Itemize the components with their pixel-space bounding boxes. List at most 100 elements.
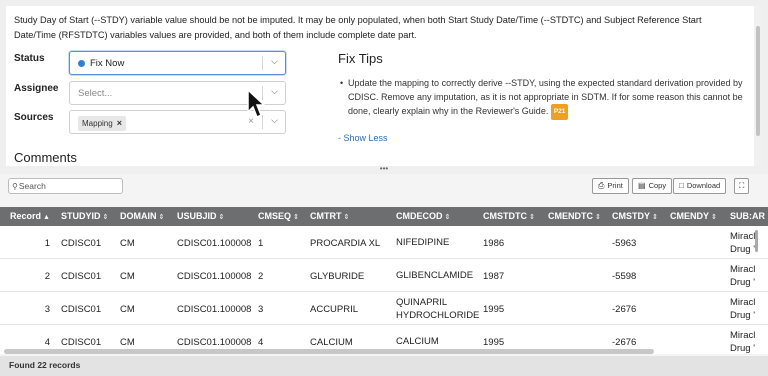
chevron-down-icon[interactable]: ⌵ [271,56,278,67]
cell-record: 3 [44,303,50,315]
table-horizontal-scrollbar[interactable] [4,349,654,354]
cell-domain: CM [120,237,135,249]
table-vertical-scrollbar[interactable] [755,226,760,346]
cell-domain: CM [120,303,135,315]
download-button[interactable]: □ Download [673,178,727,194]
sort-icon[interactable]: ⇕ [595,214,601,221]
cell-usubjid: CDISC01.100008 [177,303,252,315]
cell-cmseq: 2 [258,270,264,282]
cell-sub: Miracl Drug ' [730,263,756,288]
fullscreen-button[interactable]: ⛶ [734,178,750,194]
cell-cmseq: 1 [258,237,264,249]
column-header-record[interactable]: Record ▲ [10,211,50,221]
sort-icon[interactable]: ⇕ [103,214,109,221]
cell-domain: CM [120,336,135,348]
issue-description: Study Day of Start (--STDY) variable val… [14,15,702,40]
cell-sub: Miracl Drug ' [730,296,756,321]
cell-studyid: CDISC01 [61,237,102,249]
cell-record: 4 [44,336,50,348]
column-header-cmseq[interactable]: CMSEQ ⇕ [258,211,299,221]
cell-cmseq: 4 [258,336,264,348]
cell-cmdecod: GLIBENCLAMIDE [396,270,474,281]
column-header-cmstdtc[interactable]: CMSTDTC ⇕ [483,211,535,221]
panel-scrollbar[interactable] [754,6,762,166]
cell-cmstdtc: 1995 [483,303,505,315]
sort-icon[interactable]: ⇕ [159,214,165,221]
record-count: Found 22 records [0,356,768,376]
table-header: Record ▲ STUDYID ⇕ DOMAIN ⇕ USUBJID ⇕ CMSEQ ⇕ CMTR… [0,207,768,226]
table-row[interactable]: 2 CDISC01 CM CDISC01.100008 2 GLYBURIDE GLIBEN… [0,259,768,292]
sort-icon[interactable]: ⇕ [219,214,225,221]
fullscreen-icon: ⛶ [739,181,745,190]
cell-record: 1 [44,237,50,249]
cell-cmstdtc: 1995 [483,336,505,348]
cell-cmdecod: CALCIUM [396,336,439,347]
show-less-link[interactable]: - Show Less [338,133,388,143]
cell-usubjid: CDISC01.100008 [177,336,252,348]
sort-icon[interactable]: ⇕ [529,214,535,221]
chevron-down-icon[interactable]: ⌵ [271,86,278,97]
cell-cmstdy: -5963 [612,237,637,249]
printer-icon: ⎙ [598,181,605,190]
cell-studyid: CDISC01 [61,336,102,348]
column-header-cmdecod[interactable]: CMDECOD ⇕ [396,211,450,221]
table-row[interactable]: 3 CDISC01 CM CDISC01.100008 3 ACCUPRIL QUINAPR… [0,292,768,325]
cell-cmstdy: -2676 [612,303,637,315]
mouse-cursor-icon [247,88,266,119]
column-header-studyid[interactable]: STUDYID ⇕ [61,211,108,221]
cell-sub: Miracl Drug ' [730,230,756,255]
column-header-subar[interactable]: SUB:AR [730,211,765,221]
cell-cmdecod: NIFEDIPINE [396,237,450,248]
status-dot-icon [78,59,85,67]
column-header-cmendy[interactable]: CMENDY ⇕ [670,211,717,221]
sort-icon[interactable]: ⇕ [293,214,299,221]
table-body: 1 CDISC01 CM CDISC01.100008 1 PROCARDIA XL NIF… [0,226,768,354]
sort-icon[interactable]: ▲ [43,214,50,221]
cell-usubjid: CDISC01.100008 [177,270,252,282]
sort-icon[interactable]: ⇕ [344,214,350,221]
cell-record: 2 [44,270,50,282]
search-input[interactable]: ⚲Search [8,178,123,194]
p21-badge: P21 [550,104,569,120]
cell-cmtrt: PROCARDIA XL [310,237,381,249]
column-header-domain[interactable]: DOMAIN ⇕ [120,211,164,221]
status-label: Status [14,53,45,64]
cell-domain: CM [120,270,135,282]
issue-panel: Study Day of Start (--STDY) variable val… [0,0,768,166]
issue-card: Study Day of Start (--STDY) variable val… [6,6,754,166]
cell-usubjid: CDISC01.100008 [177,237,252,249]
search-icon: ⚲ [12,182,18,191]
sort-icon[interactable]: ⇕ [652,214,658,221]
column-header-cmtrt[interactable]: CMTRT ⇕ [310,211,349,221]
status-select[interactable]: Fix Now ⌵ [69,51,286,75]
cell-studyid: CDISC01 [61,303,102,315]
cell-cmseq: 3 [258,303,264,315]
column-header-cmendtc[interactable]: CMENDTC ⇕ [548,211,601,221]
column-header-cmstdy[interactable]: CMSTDY ⇕ [612,211,658,221]
copy-icon: ▤ [638,181,646,190]
cell-studyid: CDISC01 [61,270,102,282]
cell-cmstdy: -5598 [612,270,637,282]
status-value: Fix Now [90,58,125,69]
column-header-usubjid[interactable]: USUBJID ⇕ [177,211,224,221]
chevron-down-icon[interactable]: ⌵ [271,115,278,126]
sort-icon[interactable]: ⇕ [711,214,717,221]
chip-remove-icon[interactable]: × [117,118,122,128]
sort-icon[interactable]: ⇕ [445,214,451,221]
cell-cmtrt: ACCUPRIL [310,303,359,315]
resize-handle[interactable]: ••• [0,165,768,174]
cell-cmtrt: GLYBURIDE [310,270,365,282]
table-toolbar: ⚲Search ⎙ Print ▤ Copy □ Download ⛶ [0,174,768,208]
fix-tips-body: Update the mapping to correctly derive -… [340,76,748,120]
cell-cmstdtc: 1987 [483,270,505,282]
cell-cmstdy: -2676 [612,336,637,348]
download-icon: □ [679,181,684,190]
cell-cmtrt: CALCIUM [310,336,353,348]
cell-sub: Miracl Drug ' [730,329,756,354]
table-row[interactable]: 1 CDISC01 CM CDISC01.100008 1 PROCARDIA XL NIF… [0,226,768,259]
source-chip: Mapping × [78,116,126,131]
print-button[interactable]: ⎙ Print [592,178,629,194]
assignee-placeholder: Select... [78,88,113,99]
copy-button[interactable]: ▤ Copy [632,178,673,194]
cell-cmstdtc: 1986 [483,237,505,249]
